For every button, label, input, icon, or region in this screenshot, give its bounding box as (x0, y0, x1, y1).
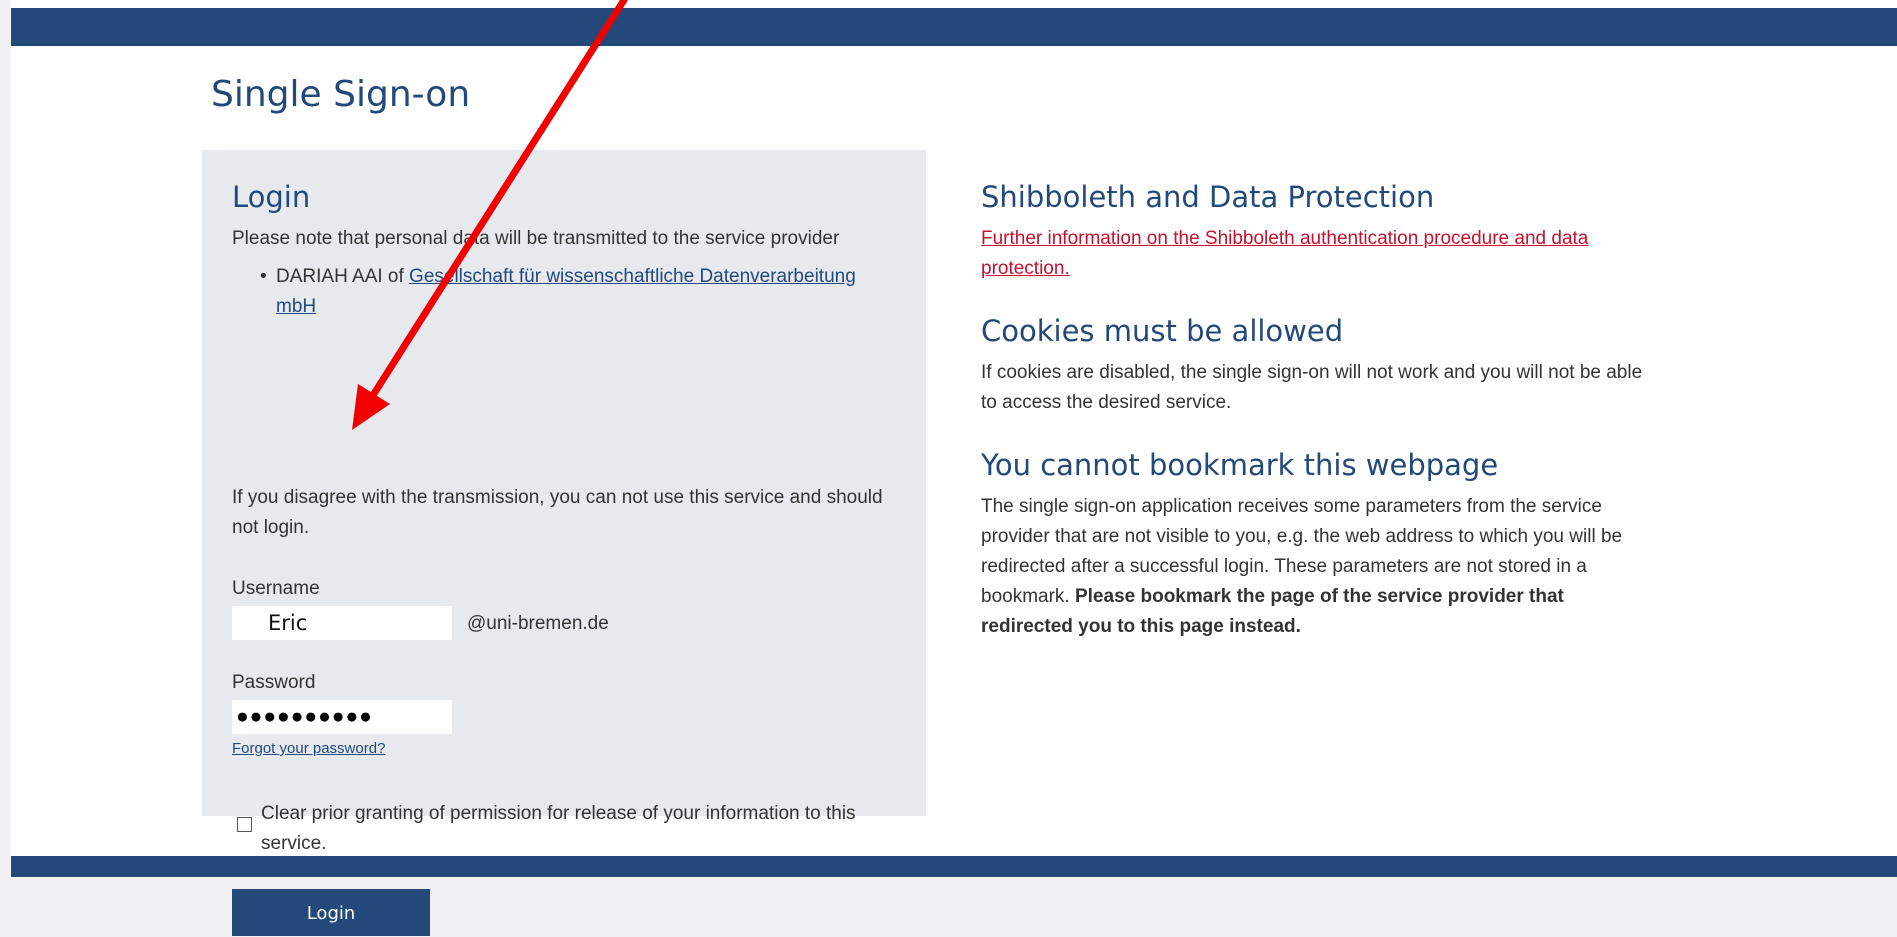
bullet-icon: • (260, 266, 267, 287)
bookmark-paragraph: The single sign-on application receives … (981, 492, 1661, 642)
username-label: Username (232, 578, 320, 599)
cookies-section: Cookies must be allowed If cookies are d… (981, 314, 1661, 418)
cookies-heading: Cookies must be allowed (981, 314, 1344, 348)
shibboleth-info-link[interactable]: Further information on the Shibboleth au… (981, 228, 1588, 279)
disagree-text: If you disagree with the transmission, y… (232, 487, 883, 538)
shibboleth-heading: Shibboleth and Data Protection (981, 180, 1435, 214)
domain-suffix: @uni-bremen.de (467, 613, 609, 634)
footer-bar (11, 856, 1897, 877)
bookmark-section: You cannot bookmark this webpage The sin… (981, 448, 1661, 642)
top-header-bar (11, 8, 1897, 46)
clear-permission-checkbox[interactable] (237, 817, 252, 832)
bookmark-heading: You cannot bookmark this webpage (981, 448, 1499, 482)
page: Single Sign-on Login Please note that pe… (11, 0, 1897, 936)
login-panel: Login Please note that personal data wil… (202, 150, 926, 936)
login-heading: Login (232, 180, 311, 214)
forgot-password-link[interactable]: Forgot your password? (232, 740, 385, 757)
username-input[interactable]: Eric (232, 606, 452, 640)
provider-item: • DARIAH AAI of Gesellschaft für wissens… (232, 262, 892, 322)
provider-list: • DARIAH AAI of Gesellschaft für wissens… (232, 262, 892, 322)
clear-permission-label: Clear prior granting of permission for r… (261, 803, 856, 854)
password-label: Password (232, 672, 316, 693)
transmission-note: Please note that personal data will be t… (232, 228, 840, 249)
provider-prefix: DARIAH AAI of (276, 266, 410, 287)
password-input[interactable]: ●●●●●●●●●● (232, 700, 452, 734)
page-title: Single Sign-on (211, 74, 471, 115)
login-button[interactable]: Login (232, 889, 430, 936)
cookies-text: If cookies are disabled, the single sign… (981, 362, 1643, 413)
shibboleth-section: Shibboleth and Data Protection Further i… (981, 180, 1661, 284)
